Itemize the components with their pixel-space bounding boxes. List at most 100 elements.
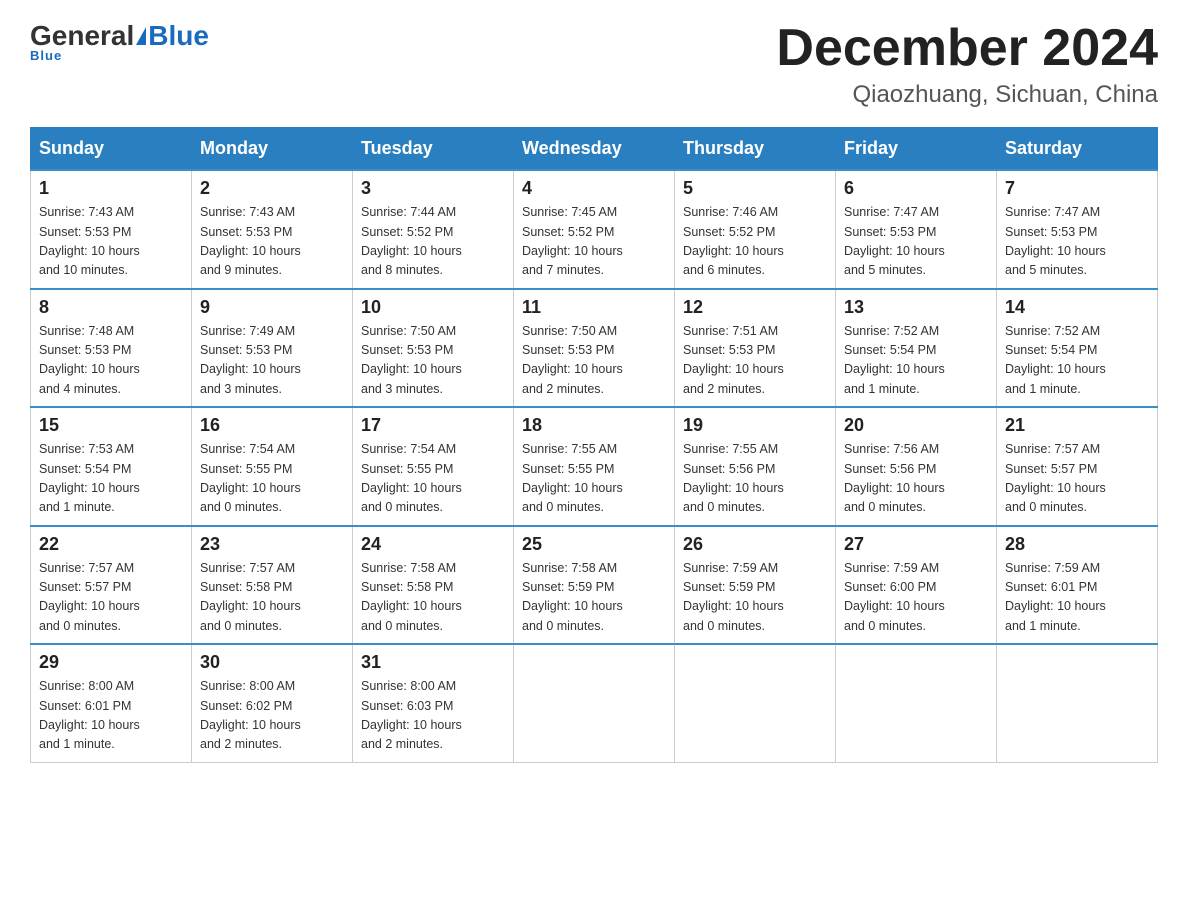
col-header-friday: Friday bbox=[836, 128, 997, 171]
empty-cell bbox=[514, 644, 675, 762]
logo: GeneralBlue Blue bbox=[30, 20, 209, 63]
empty-cell bbox=[836, 644, 997, 762]
empty-cell bbox=[675, 644, 836, 762]
day-info: Sunrise: 8:00 AM Sunset: 6:03 PM Dayligh… bbox=[361, 677, 505, 755]
day-number: 6 bbox=[844, 178, 988, 199]
col-header-saturday: Saturday bbox=[997, 128, 1158, 171]
logo-blue-text: Blue bbox=[148, 20, 209, 52]
day-info: Sunrise: 7:50 AM Sunset: 5:53 PM Dayligh… bbox=[522, 322, 666, 400]
day-cell-10: 10Sunrise: 7:50 AM Sunset: 5:53 PM Dayli… bbox=[353, 289, 514, 408]
logo-underline: Blue bbox=[30, 48, 62, 63]
day-cell-3: 3Sunrise: 7:44 AM Sunset: 5:52 PM Daylig… bbox=[353, 170, 514, 289]
day-info: Sunrise: 8:00 AM Sunset: 6:01 PM Dayligh… bbox=[39, 677, 183, 755]
day-number: 31 bbox=[361, 652, 505, 673]
day-info: Sunrise: 7:58 AM Sunset: 5:59 PM Dayligh… bbox=[522, 559, 666, 637]
day-info: Sunrise: 7:43 AM Sunset: 5:53 PM Dayligh… bbox=[39, 203, 183, 281]
day-cell-24: 24Sunrise: 7:58 AM Sunset: 5:58 PM Dayli… bbox=[353, 526, 514, 645]
day-number: 7 bbox=[1005, 178, 1149, 199]
week-row-2: 8Sunrise: 7:48 AM Sunset: 5:53 PM Daylig… bbox=[31, 289, 1158, 408]
day-info: Sunrise: 7:47 AM Sunset: 5:53 PM Dayligh… bbox=[844, 203, 988, 281]
day-number: 4 bbox=[522, 178, 666, 199]
week-row-1: 1Sunrise: 7:43 AM Sunset: 5:53 PM Daylig… bbox=[31, 170, 1158, 289]
day-info: Sunrise: 7:45 AM Sunset: 5:52 PM Dayligh… bbox=[522, 203, 666, 281]
logo-triangle-icon bbox=[136, 27, 146, 45]
day-info: Sunrise: 7:52 AM Sunset: 5:54 PM Dayligh… bbox=[844, 322, 988, 400]
header-row: SundayMondayTuesdayWednesdayThursdayFrid… bbox=[31, 128, 1158, 171]
day-cell-23: 23 Sunrise: 7:57 AM Sunset: 5:58 PM Dayli… bbox=[192, 526, 353, 645]
day-cell-19: 19 Sunrise: 7:55 AM Sunset: 5:56 PM Dayli… bbox=[675, 407, 836, 526]
day-cell-1: 1Sunrise: 7:43 AM Sunset: 5:53 PM Daylig… bbox=[31, 170, 192, 289]
col-header-monday: Monday bbox=[192, 128, 353, 171]
day-number: 15 bbox=[39, 415, 183, 436]
day-number: 20 bbox=[844, 415, 988, 436]
week-row-5: 29 Sunrise: 8:00 AM Sunset: 6:01 PM Dayli… bbox=[31, 644, 1158, 762]
day-info: Sunrise: 7:57 AM Sunset: 5:57 PM Dayligh… bbox=[39, 559, 183, 637]
day-number: 26 bbox=[683, 534, 827, 555]
day-info: Sunrise: 7:53 AM Sunset: 5:54 PM Dayligh… bbox=[39, 440, 183, 518]
day-info: Sunrise: 7:59 AM Sunset: 6:00 PM Dayligh… bbox=[844, 559, 988, 637]
day-cell-8: 8Sunrise: 7:48 AM Sunset: 5:53 PM Daylig… bbox=[31, 289, 192, 408]
calendar-table: SundayMondayTuesdayWednesdayThursdayFrid… bbox=[30, 127, 1158, 763]
day-cell-2: 2 Sunrise: 7:43 AM Sunset: 5:53 PM Daylig… bbox=[192, 170, 353, 289]
day-info: Sunrise: 7:56 AM Sunset: 5:56 PM Dayligh… bbox=[844, 440, 988, 518]
day-number: 18 bbox=[522, 415, 666, 436]
day-cell-28: 28 Sunrise: 7:59 AM Sunset: 6:01 PM Dayli… bbox=[997, 526, 1158, 645]
day-cell-15: 15 Sunrise: 7:53 AM Sunset: 5:54 PM Dayli… bbox=[31, 407, 192, 526]
day-number: 22 bbox=[39, 534, 183, 555]
day-number: 8 bbox=[39, 297, 183, 318]
day-cell-13: 13 Sunrise: 7:52 AM Sunset: 5:54 PM Dayli… bbox=[836, 289, 997, 408]
day-number: 21 bbox=[1005, 415, 1149, 436]
day-cell-30: 30 Sunrise: 8:00 AM Sunset: 6:02 PM Dayli… bbox=[192, 644, 353, 762]
day-info: Sunrise: 7:55 AM Sunset: 5:55 PM Dayligh… bbox=[522, 440, 666, 518]
day-info: Sunrise: 7:55 AM Sunset: 5:56 PM Dayligh… bbox=[683, 440, 827, 518]
day-info: Sunrise: 7:59 AM Sunset: 6:01 PM Dayligh… bbox=[1005, 559, 1149, 637]
day-number: 3 bbox=[361, 178, 505, 199]
day-cell-25: 25 Sunrise: 7:58 AM Sunset: 5:59 PM Dayli… bbox=[514, 526, 675, 645]
day-info: Sunrise: 7:54 AM Sunset: 5:55 PM Dayligh… bbox=[361, 440, 505, 518]
day-cell-17: 17 Sunrise: 7:54 AM Sunset: 5:55 PM Dayli… bbox=[353, 407, 514, 526]
day-number: 12 bbox=[683, 297, 827, 318]
day-number: 30 bbox=[200, 652, 344, 673]
day-number: 25 bbox=[522, 534, 666, 555]
day-number: 13 bbox=[844, 297, 988, 318]
day-cell-4: 4 Sunrise: 7:45 AM Sunset: 5:52 PM Daylig… bbox=[514, 170, 675, 289]
title-area: December 2024 Qiaozhuang, Sichuan, China bbox=[776, 20, 1158, 109]
day-info: Sunrise: 7:57 AM Sunset: 5:58 PM Dayligh… bbox=[200, 559, 344, 637]
day-info: Sunrise: 7:43 AM Sunset: 5:53 PM Dayligh… bbox=[200, 203, 344, 281]
day-info: Sunrise: 7:51 AM Sunset: 5:53 PM Dayligh… bbox=[683, 322, 827, 400]
day-number: 16 bbox=[200, 415, 344, 436]
day-info: Sunrise: 7:57 AM Sunset: 5:57 PM Dayligh… bbox=[1005, 440, 1149, 518]
day-info: Sunrise: 7:47 AM Sunset: 5:53 PM Dayligh… bbox=[1005, 203, 1149, 281]
day-info: Sunrise: 7:50 AM Sunset: 5:53 PM Dayligh… bbox=[361, 322, 505, 400]
location-title: Qiaozhuang, Sichuan, China bbox=[776, 81, 1158, 109]
day-number: 2 bbox=[200, 178, 344, 199]
day-cell-14: 14Sunrise: 7:52 AM Sunset: 5:54 PM Dayli… bbox=[997, 289, 1158, 408]
day-info: Sunrise: 8:00 AM Sunset: 6:02 PM Dayligh… bbox=[200, 677, 344, 755]
day-number: 17 bbox=[361, 415, 505, 436]
day-cell-31: 31 Sunrise: 8:00 AM Sunset: 6:03 PM Dayli… bbox=[353, 644, 514, 762]
day-cell-9: 9Sunrise: 7:49 AM Sunset: 5:53 PM Daylig… bbox=[192, 289, 353, 408]
day-number: 23 bbox=[200, 534, 344, 555]
day-info: Sunrise: 7:58 AM Sunset: 5:58 PM Dayligh… bbox=[361, 559, 505, 637]
day-cell-29: 29 Sunrise: 8:00 AM Sunset: 6:01 PM Dayli… bbox=[31, 644, 192, 762]
day-number: 28 bbox=[1005, 534, 1149, 555]
col-header-tuesday: Tuesday bbox=[353, 128, 514, 171]
day-number: 29 bbox=[39, 652, 183, 673]
day-cell-27: 27 Sunrise: 7:59 AM Sunset: 6:00 PM Dayli… bbox=[836, 526, 997, 645]
day-cell-20: 20 Sunrise: 7:56 AM Sunset: 5:56 PM Dayli… bbox=[836, 407, 997, 526]
day-number: 5 bbox=[683, 178, 827, 199]
day-info: Sunrise: 7:54 AM Sunset: 5:55 PM Dayligh… bbox=[200, 440, 344, 518]
day-cell-6: 6 Sunrise: 7:47 AM Sunset: 5:53 PM Daylig… bbox=[836, 170, 997, 289]
day-number: 27 bbox=[844, 534, 988, 555]
week-row-3: 15 Sunrise: 7:53 AM Sunset: 5:54 PM Dayli… bbox=[31, 407, 1158, 526]
day-info: Sunrise: 7:46 AM Sunset: 5:52 PM Dayligh… bbox=[683, 203, 827, 281]
col-header-thursday: Thursday bbox=[675, 128, 836, 171]
day-cell-12: 12 Sunrise: 7:51 AM Sunset: 5:53 PM Dayli… bbox=[675, 289, 836, 408]
empty-cell bbox=[997, 644, 1158, 762]
day-cell-16: 16 Sunrise: 7:54 AM Sunset: 5:55 PM Dayli… bbox=[192, 407, 353, 526]
day-number: 19 bbox=[683, 415, 827, 436]
day-cell-26: 26Sunrise: 7:59 AM Sunset: 5:59 PM Dayli… bbox=[675, 526, 836, 645]
day-cell-11: 11Sunrise: 7:50 AM Sunset: 5:53 PM Dayli… bbox=[514, 289, 675, 408]
day-cell-7: 7 Sunrise: 7:47 AM Sunset: 5:53 PM Daylig… bbox=[997, 170, 1158, 289]
col-header-wednesday: Wednesday bbox=[514, 128, 675, 171]
